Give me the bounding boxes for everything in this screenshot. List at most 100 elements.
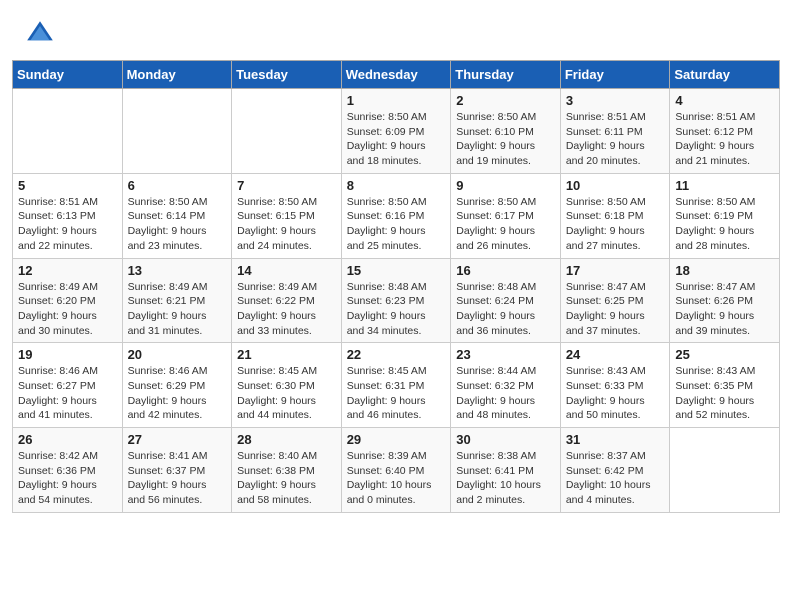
day-number: 28: [237, 432, 336, 447]
day-info: Sunrise: 8:50 AM Sunset: 6:15 PM Dayligh…: [237, 195, 336, 254]
day-number: 21: [237, 347, 336, 362]
calendar-cell: [13, 89, 123, 174]
calendar-cell: 4 Sunrise: 8:51 AM Sunset: 6:12 PM Daylig…: [670, 89, 780, 174]
header-row: Sunday Monday Tuesday Wednesday Thursday…: [13, 61, 780, 89]
day-number: 18: [675, 263, 774, 278]
calendar-week-5: 26 Sunrise: 8:42 AM Sunset: 6:36 PM Dayli…: [13, 428, 780, 513]
page-header: [0, 0, 792, 60]
calendar-cell: 15Sunrise: 8:48 AM Sunset: 6:23 PM Dayli…: [341, 258, 451, 343]
calendar-cell: [670, 428, 780, 513]
calendar-cell: [232, 89, 342, 174]
day-info: Sunrise: 8:51 AM Sunset: 6:13 PM Dayligh…: [18, 195, 117, 254]
calendar-cell: 31Sunrise: 8:37 AM Sunset: 6:42 PM Dayli…: [560, 428, 670, 513]
day-info: Sunrise: 8:39 AM Sunset: 6:40 PM Dayligh…: [347, 449, 446, 508]
calendar-cell: 18 Sunrise: 8:47 AM Sunset: 6:26 PM Dayli…: [670, 258, 780, 343]
calendar-cell: 17 Sunrise: 8:47 AM Sunset: 6:25 PM Dayli…: [560, 258, 670, 343]
calendar-cell: 25 Sunrise: 8:43 AM Sunset: 6:35 PM Dayli…: [670, 343, 780, 428]
col-monday: Monday: [122, 61, 232, 89]
calendar-cell: 27Sunrise: 8:41 AM Sunset: 6:37 PM Dayli…: [122, 428, 232, 513]
calendar-cell: 7 Sunrise: 8:50 AM Sunset: 6:15 PM Daylig…: [232, 173, 342, 258]
day-info: Sunrise: 8:49 AM Sunset: 6:22 PM Dayligh…: [237, 280, 336, 339]
calendar-week-1: 1 Sunrise: 8:50 AM Sunset: 6:09 PM Daylig…: [13, 89, 780, 174]
calendar-container: Sunday Monday Tuesday Wednesday Thursday…: [0, 60, 792, 525]
calendar-cell: 11 Sunrise: 8:50 AM Sunset: 6:19 PM Dayli…: [670, 173, 780, 258]
day-number: 3: [566, 93, 665, 108]
day-number: 5: [18, 178, 117, 193]
day-number: 6: [128, 178, 227, 193]
calendar-cell: 21 Sunrise: 8:45 AM Sunset: 6:30 PM Dayli…: [232, 343, 342, 428]
logo: [24, 18, 60, 50]
calendar-week-3: 12Sunrise: 8:49 AM Sunset: 6:20 PM Dayli…: [13, 258, 780, 343]
calendar-cell: 5 Sunrise: 8:51 AM Sunset: 6:13 PM Daylig…: [13, 173, 123, 258]
day-info: Sunrise: 8:44 AM Sunset: 6:32 PM Dayligh…: [456, 364, 555, 423]
day-info: Sunrise: 8:37 AM Sunset: 6:42 PM Dayligh…: [566, 449, 665, 508]
day-number: 19: [18, 347, 117, 362]
day-info: Sunrise: 8:50 AM Sunset: 6:14 PM Dayligh…: [128, 195, 227, 254]
day-info: Sunrise: 8:42 AM Sunset: 6:36 PM Dayligh…: [18, 449, 117, 508]
calendar-week-2: 5 Sunrise: 8:51 AM Sunset: 6:13 PM Daylig…: [13, 173, 780, 258]
day-number: 10: [566, 178, 665, 193]
day-info: Sunrise: 8:47 AM Sunset: 6:25 PM Dayligh…: [566, 280, 665, 339]
day-info: Sunrise: 8:51 AM Sunset: 6:11 PM Dayligh…: [566, 110, 665, 169]
calendar-cell: 1 Sunrise: 8:50 AM Sunset: 6:09 PM Daylig…: [341, 89, 451, 174]
day-info: Sunrise: 8:48 AM Sunset: 6:24 PM Dayligh…: [456, 280, 555, 339]
day-number: 8: [347, 178, 446, 193]
day-number: 1: [347, 93, 446, 108]
day-info: Sunrise: 8:40 AM Sunset: 6:38 PM Dayligh…: [237, 449, 336, 508]
day-info: Sunrise: 8:50 AM Sunset: 6:10 PM Dayligh…: [456, 110, 555, 169]
calendar-cell: 24Sunrise: 8:43 AM Sunset: 6:33 PM Dayli…: [560, 343, 670, 428]
day-info: Sunrise: 8:45 AM Sunset: 6:31 PM Dayligh…: [347, 364, 446, 423]
calendar-cell: 26 Sunrise: 8:42 AM Sunset: 6:36 PM Dayli…: [13, 428, 123, 513]
calendar-cell: 10 Sunrise: 8:50 AM Sunset: 6:18 PM Dayli…: [560, 173, 670, 258]
day-info: Sunrise: 8:50 AM Sunset: 6:19 PM Dayligh…: [675, 195, 774, 254]
col-thursday: Thursday: [451, 61, 561, 89]
col-wednesday: Wednesday: [341, 61, 451, 89]
calendar-cell: 8Sunrise: 8:50 AM Sunset: 6:16 PM Daylig…: [341, 173, 451, 258]
day-info: Sunrise: 8:38 AM Sunset: 6:41 PM Dayligh…: [456, 449, 555, 508]
day-number: 17: [566, 263, 665, 278]
calendar-cell: 19 Sunrise: 8:46 AM Sunset: 6:27 PM Dayli…: [13, 343, 123, 428]
calendar-cell: 22 Sunrise: 8:45 AM Sunset: 6:31 PM Dayli…: [341, 343, 451, 428]
calendar-cell: 14 Sunrise: 8:49 AM Sunset: 6:22 PM Dayli…: [232, 258, 342, 343]
day-number: 16: [456, 263, 555, 278]
calendar-body: 1 Sunrise: 8:50 AM Sunset: 6:09 PM Daylig…: [13, 89, 780, 513]
day-info: Sunrise: 8:43 AM Sunset: 6:33 PM Dayligh…: [566, 364, 665, 423]
day-info: Sunrise: 8:50 AM Sunset: 6:09 PM Dayligh…: [347, 110, 446, 169]
calendar-cell: 20Sunrise: 8:46 AM Sunset: 6:29 PM Dayli…: [122, 343, 232, 428]
day-number: 20: [128, 347, 227, 362]
day-number: 9: [456, 178, 555, 193]
day-number: 2: [456, 93, 555, 108]
calendar-table: Sunday Monday Tuesday Wednesday Thursday…: [12, 60, 780, 513]
day-number: 22: [347, 347, 446, 362]
day-info: Sunrise: 8:50 AM Sunset: 6:17 PM Dayligh…: [456, 195, 555, 254]
day-info: Sunrise: 8:45 AM Sunset: 6:30 PM Dayligh…: [237, 364, 336, 423]
day-info: Sunrise: 8:51 AM Sunset: 6:12 PM Dayligh…: [675, 110, 774, 169]
day-info: Sunrise: 8:43 AM Sunset: 6:35 PM Dayligh…: [675, 364, 774, 423]
day-info: Sunrise: 8:46 AM Sunset: 6:27 PM Dayligh…: [18, 364, 117, 423]
day-number: 11: [675, 178, 774, 193]
calendar-header: Sunday Monday Tuesday Wednesday Thursday…: [13, 61, 780, 89]
calendar-cell: 16 Sunrise: 8:48 AM Sunset: 6:24 PM Dayli…: [451, 258, 561, 343]
day-number: 26: [18, 432, 117, 447]
logo-icon: [24, 18, 56, 50]
calendar-cell: 23 Sunrise: 8:44 AM Sunset: 6:32 PM Dayli…: [451, 343, 561, 428]
day-number: 7: [237, 178, 336, 193]
day-number: 25: [675, 347, 774, 362]
day-info: Sunrise: 8:49 AM Sunset: 6:21 PM Dayligh…: [128, 280, 227, 339]
calendar-cell: 13 Sunrise: 8:49 AM Sunset: 6:21 PM Dayli…: [122, 258, 232, 343]
col-saturday: Saturday: [670, 61, 780, 89]
calendar-cell: 12Sunrise: 8:49 AM Sunset: 6:20 PM Dayli…: [13, 258, 123, 343]
day-number: 30: [456, 432, 555, 447]
day-info: Sunrise: 8:50 AM Sunset: 6:18 PM Dayligh…: [566, 195, 665, 254]
calendar-cell: 30 Sunrise: 8:38 AM Sunset: 6:41 PM Dayli…: [451, 428, 561, 513]
day-number: 14: [237, 263, 336, 278]
day-info: Sunrise: 8:48 AM Sunset: 6:23 PM Dayligh…: [347, 280, 446, 339]
calendar-cell: [122, 89, 232, 174]
day-number: 23: [456, 347, 555, 362]
day-number: 13: [128, 263, 227, 278]
calendar-week-4: 19 Sunrise: 8:46 AM Sunset: 6:27 PM Dayli…: [13, 343, 780, 428]
day-info: Sunrise: 8:47 AM Sunset: 6:26 PM Dayligh…: [675, 280, 774, 339]
day-number: 4: [675, 93, 774, 108]
day-number: 27: [128, 432, 227, 447]
day-info: Sunrise: 8:49 AM Sunset: 6:20 PM Dayligh…: [18, 280, 117, 339]
